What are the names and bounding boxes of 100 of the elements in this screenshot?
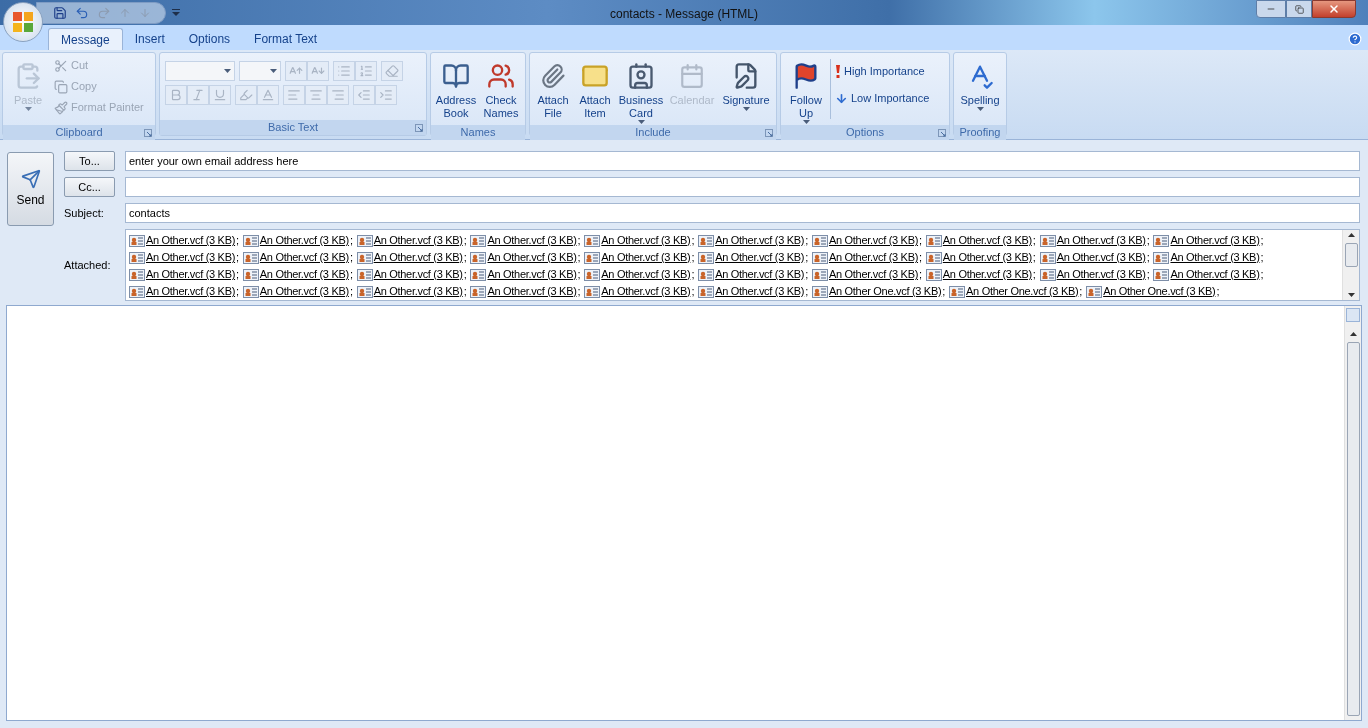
contact-card-icon <box>1153 234 1170 247</box>
attachment-link[interactable]: An Other.vcf (3 KB) <box>487 232 577 249</box>
undo-icon[interactable] <box>75 5 89 20</box>
align-center-icon <box>309 88 323 102</box>
attachment-link[interactable]: An Other.vcf (3 KB) <box>601 283 691 300</box>
attachment-link[interactable]: An Other.vcf (3 KB) <box>373 249 463 266</box>
restore-button[interactable] <box>1286 0 1312 18</box>
attachment-link[interactable]: An Other.vcf (3 KB) <box>259 283 349 300</box>
attachment-link[interactable]: An Other.vcf (3 KB) <box>1056 249 1146 266</box>
attachment-link[interactable]: An Other.vcf (3 KB) <box>715 249 805 266</box>
attachment-link[interactable]: An Other.vcf (3 KB) <box>373 283 463 300</box>
scroll-up-icon[interactable] <box>1347 233 1355 237</box>
dialog-launcher-icon[interactable] <box>765 129 773 137</box>
ribbon-tab[interactable]: Options <box>176 28 243 50</box>
ribbon-button[interactable]: Attach Item <box>575 55 615 125</box>
window-title: contacts - Message (HTML) <box>610 6 759 23</box>
contact-card-icon <box>356 251 373 264</box>
customize-caret-icon[interactable] <box>172 9 180 16</box>
attachment-link[interactable]: An Other.vcf (3 KB) <box>942 249 1032 266</box>
separator-text: ; <box>691 284 695 299</box>
attachment-link[interactable]: An Other.vcf (3 KB) <box>828 249 919 266</box>
scrollbar[interactable] <box>1342 230 1359 300</box>
attachment-link[interactable]: An Other.vcf (3 KB) <box>487 283 577 300</box>
ruler-toggle-button[interactable] <box>1346 308 1360 322</box>
scroll-down-icon[interactable] <box>1347 293 1355 297</box>
separator-text: ; <box>919 250 922 265</box>
attachment-link[interactable]: An Other.vcf (3 KB) <box>146 283 236 300</box>
dialog-launcher-icon[interactable] <box>415 124 423 132</box>
scroll-up-icon[interactable] <box>1349 332 1357 336</box>
send-button[interactable]: Send <box>7 152 54 226</box>
attachment-link[interactable]: An Other.vcf (3 KB) <box>1170 249 1260 266</box>
attachment-link[interactable]: An Other.vcf (3 KB) <box>487 266 577 283</box>
address-field[interactable] <box>125 177 1360 197</box>
address-button[interactable]: Cc... <box>64 177 115 197</box>
attachment-link[interactable]: An Other.vcf (3 KB) <box>942 232 1032 249</box>
caret-icon <box>224 69 231 73</box>
down-arrow-icon[interactable] <box>139 6 151 19</box>
attachment-link[interactable]: An Other.vcf (3 KB) <box>601 249 691 266</box>
attachment-link[interactable]: An Other.vcf (3 KB) <box>715 266 805 283</box>
attachment-link[interactable]: An Other.vcf (3 KB) <box>146 266 236 283</box>
ribbon-tab[interactable]: Message <box>48 28 123 50</box>
attachment-link[interactable]: An Other.vcf (3 KB) <box>715 283 805 300</box>
office-button[interactable] <box>3 2 43 42</box>
dialog-launcher-icon[interactable] <box>938 129 946 137</box>
attachment-link[interactable]: An Other.vcf (3 KB) <box>373 232 463 249</box>
ribbon-button[interactable]: High Importance <box>833 61 932 82</box>
attachment-link[interactable]: An Other.vcf (3 KB) <box>601 232 691 249</box>
help-icon[interactable] <box>1348 32 1362 46</box>
ribbon-button[interactable]: Address Book <box>434 55 478 125</box>
group-title: Names <box>460 125 496 141</box>
attachment-link[interactable]: An Other.vcf (3 KB) <box>1056 232 1146 249</box>
attachment-link[interactable]: An Other.vcf (3 KB) <box>259 232 349 249</box>
ribbon-button[interactable]: Signature <box>719 55 773 125</box>
attachment-link[interactable]: An Other.vcf (3 KB) <box>1056 266 1146 283</box>
attachment-link[interactable]: An Other One.vcf (3 KB) <box>966 283 1079 300</box>
attachment-link[interactable]: An Other.vcf (3 KB) <box>1170 232 1260 249</box>
attachment-link[interactable]: An Other One.vcf (3 KB) <box>828 283 942 300</box>
separator-text: ; <box>463 284 467 299</box>
contact-card-icon <box>584 268 601 281</box>
minimize-button[interactable] <box>1256 0 1286 18</box>
address-field[interactable]: enter your own email address here <box>125 151 1360 171</box>
attachment-link[interactable]: An Other.vcf (3 KB) <box>259 266 349 283</box>
attachment-link[interactable]: An Other.vcf (3 KB) <box>715 232 805 249</box>
ribbon-button[interactable]: Check Names <box>480 55 522 125</box>
contact-card-icon <box>925 251 942 264</box>
contact-card-icon <box>698 268 715 281</box>
address-button[interactable]: To... <box>64 151 115 171</box>
dialog-launcher-icon[interactable] <box>144 129 152 137</box>
attachment-link[interactable]: An Other One.vcf (3 KB) <box>1103 283 1216 300</box>
attachment-link[interactable]: An Other.vcf (3 KB) <box>259 249 349 266</box>
attachment-link[interactable]: An Other.vcf (3 KB) <box>487 249 577 266</box>
ribbon-button[interactable]: Spelling <box>957 55 1003 125</box>
separator-text: ; <box>236 250 239 265</box>
up-arrow-icon[interactable] <box>119 6 131 19</box>
attachment-link[interactable]: An Other.vcf (3 KB) <box>601 266 691 283</box>
attachment-link[interactable]: An Other.vcf (3 KB) <box>1170 266 1260 283</box>
ribbon-button[interactable]: Business Card <box>617 55 665 125</box>
contact-card-icon <box>698 285 715 298</box>
ribbon-tab[interactable]: Insert <box>122 28 177 50</box>
close-button[interactable] <box>1312 0 1356 18</box>
ribbon-button[interactable]: Follow Up <box>784 55 828 125</box>
attachment-link[interactable]: An Other.vcf (3 KB) <box>942 266 1032 283</box>
ribbon-button[interactable]: Attach File <box>533 55 573 125</box>
separator-text: ; <box>1260 233 1264 248</box>
ribbon-tab[interactable]: Format Text <box>242 28 330 50</box>
scrollbar[interactable] <box>1344 306 1361 720</box>
redo-icon[interactable] <box>97 5 111 20</box>
save-icon[interactable] <box>53 5 67 20</box>
attachment-link[interactable]: An Other.vcf (3 KB) <box>828 232 919 249</box>
subject-field[interactable]: contacts <box>125 203 1360 223</box>
attachment-link[interactable]: An Other.vcf (3 KB) <box>146 232 236 249</box>
separator-text: ; <box>919 267 922 282</box>
send-icon <box>20 169 41 189</box>
attachment-link[interactable]: An Other.vcf (3 KB) <box>828 266 919 283</box>
align-left-icon <box>287 88 301 102</box>
contact-card-icon <box>698 251 715 264</box>
ribbon-button[interactable]: Low Importance <box>833 88 932 109</box>
attachment-link[interactable]: An Other.vcf (3 KB) <box>373 266 463 283</box>
attachment-link[interactable]: An Other.vcf (3 KB) <box>146 249 236 266</box>
exclamation-icon <box>835 65 841 78</box>
